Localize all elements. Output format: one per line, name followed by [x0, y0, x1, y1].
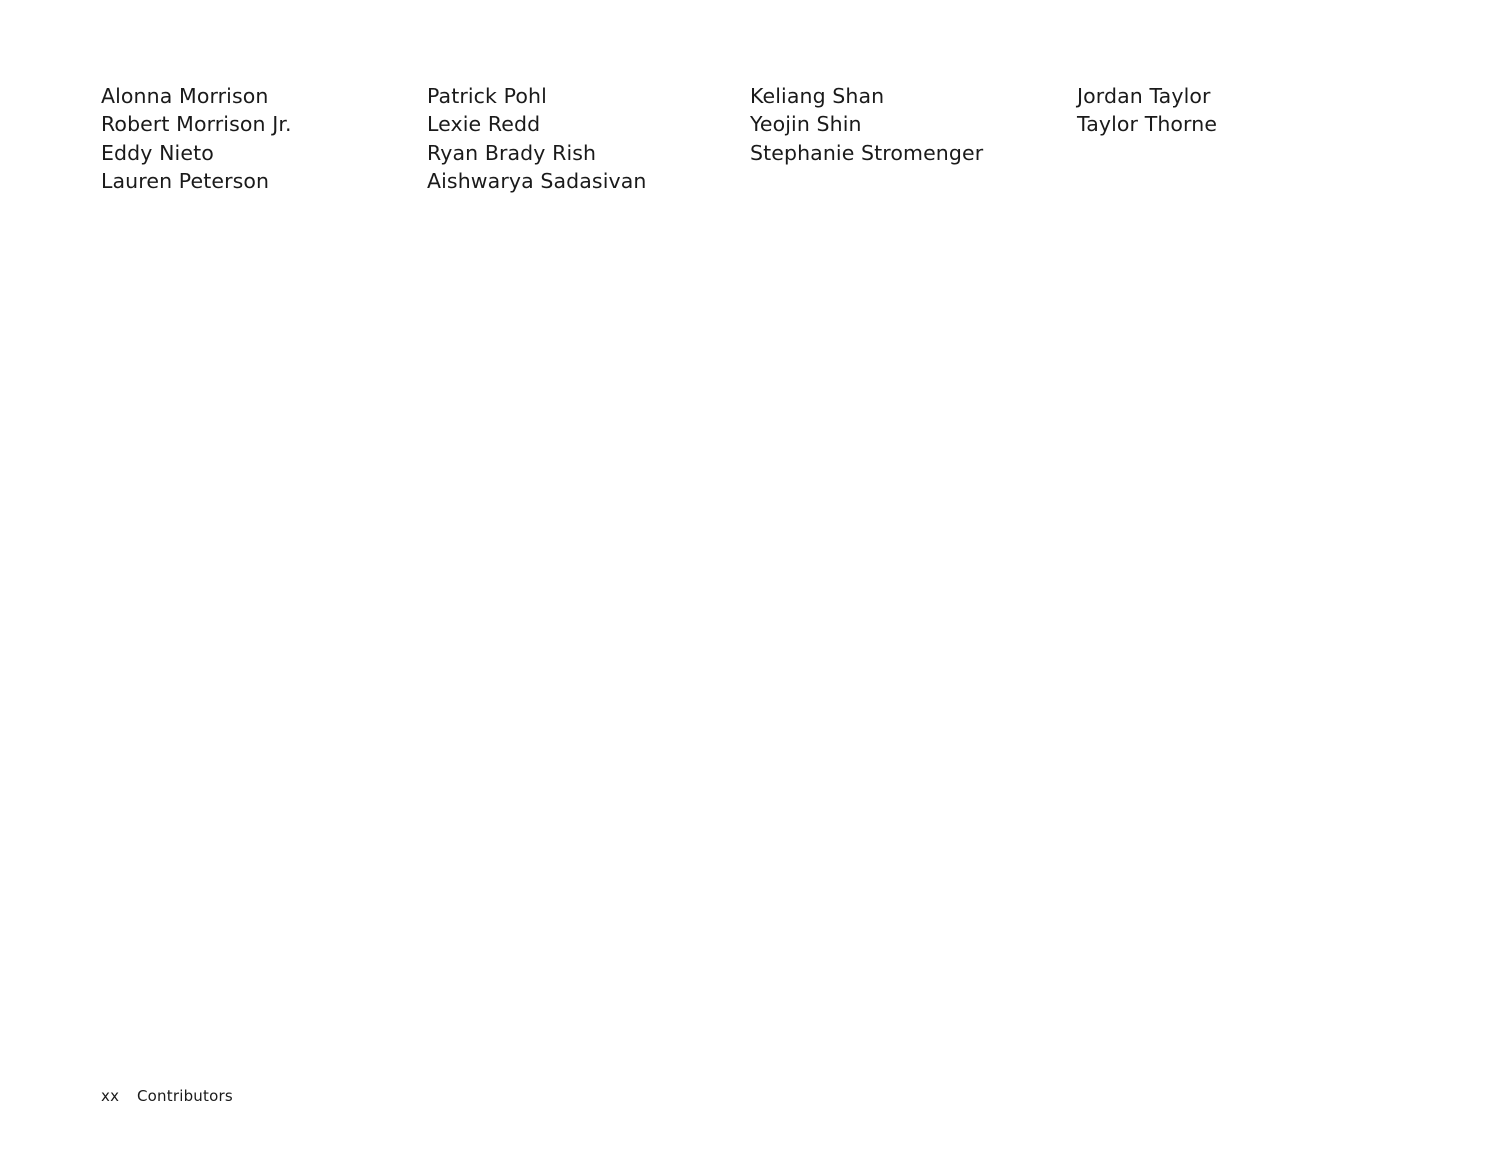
contributors-column: Alonna Morrison Robert Morrison Jr. Eddy…: [101, 82, 427, 195]
contributor-name: Lexie Redd: [427, 112, 541, 137]
contributor-name: Keliang Shan: [750, 84, 885, 108]
contributor-name: Robert Morrison Jr.: [101, 112, 292, 137]
document-page: Alonna Morrison Robert Morrison Jr. Eddy…: [0, 0, 1500, 1161]
page-number: xx: [101, 1087, 120, 1105]
contributor-name: Taylor Thorne: [1077, 112, 1218, 137]
contributors-column: Keliang Shan Yeojin Shin Stephanie Strom…: [750, 82, 1077, 167]
contributor-name: Stephanie Stromenger: [750, 140, 984, 165]
contributor-name: Patrick Pohl: [427, 84, 547, 108]
contributor-name: Alonna Morrison: [101, 84, 269, 108]
contributors-column: Patrick Pohl Lexie Redd Ryan Brady Rish …: [427, 82, 750, 195]
contributor-name: Ryan Brady Rish: [427, 140, 597, 165]
running-footer: xx Contributors: [101, 1086, 233, 1106]
contributors-column: Jordan Taylor Taylor Thorne: [1077, 82, 1431, 139]
contributor-name: Aishwarya Sadasivan: [427, 168, 647, 193]
contributor-name: Yeojin Shin: [750, 112, 862, 137]
contributors-columns: Alonna Morrison Robert Morrison Jr. Eddy…: [101, 82, 1431, 195]
footer-section-title: Contributors: [137, 1087, 233, 1105]
contributor-name: Eddy Nieto: [101, 140, 214, 165]
contributor-name: Jordan Taylor: [1077, 84, 1211, 108]
contributor-name: Lauren Peterson: [101, 168, 270, 193]
